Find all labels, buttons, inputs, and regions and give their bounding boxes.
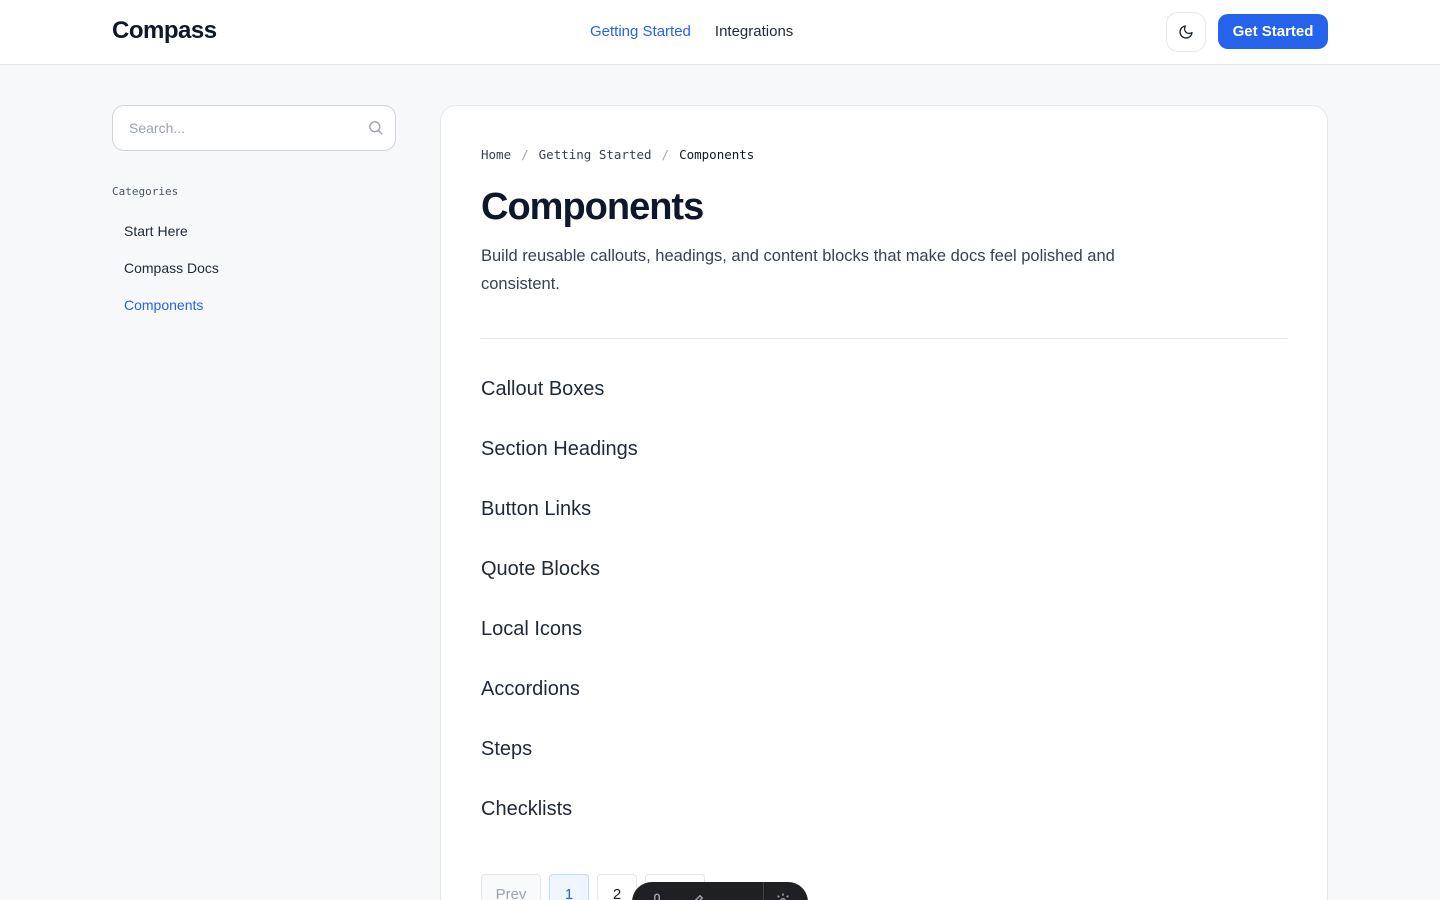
section-link[interactable]: Local Icons [481,618,638,678]
microphone-icon[interactable] [648,892,666,900]
page-title: Components [481,186,704,228]
search-box [112,105,396,151]
breadcrumb-home[interactable]: Home [481,147,511,162]
sidebar-item-compass-docs[interactable]: Compass Docs [124,260,219,297]
theme-toggle-button[interactable] [1166,12,1206,52]
section-list: Callout Boxes Section Headings Button Li… [481,378,638,858]
section-link[interactable]: Checklists [481,798,638,858]
section-link[interactable]: Callout Boxes [481,378,638,438]
search-icon[interactable] [367,119,384,136]
prev-page-button[interactable]: Prev [481,874,541,900]
nav-link-getting-started[interactable]: Getting Started [590,23,691,40]
categories-heading: Categories [112,185,179,198]
page-description: Build reusable callouts, headings, and c… [481,247,1115,293]
get-started-button[interactable]: Get Started [1218,14,1328,49]
breadcrumb-current: Components [679,147,755,162]
page-2-button[interactable]: 2 [597,874,637,900]
section-link[interactable]: Accordions [481,678,638,738]
toolbar-separator [763,882,764,900]
floating-toolbar [632,882,808,900]
pen-icon[interactable] [688,892,706,900]
sidebar-item-components[interactable]: Components [124,297,219,334]
page-1-button[interactable]: 1 [549,874,589,900]
nav-link-integrations[interactable]: Integrations [715,23,793,40]
search-input[interactable] [129,106,359,150]
gear-icon[interactable] [774,892,792,900]
breadcrumb: Home / Getting Started / Components [481,147,754,162]
top-nav-links: Getting Started Integrations [590,23,793,40]
compass-logo[interactable]: Compass [112,17,217,45]
minus-icon[interactable] [728,892,746,900]
divider [481,338,1287,339]
breadcrumb-getting-started[interactable]: Getting Started [539,147,652,162]
sidebar-item-start-here[interactable]: Start Here [124,223,219,260]
category-list: Start Here Compass Docs Components [124,223,219,334]
breadcrumb-separator: / [661,147,670,162]
content-card: Home / Getting Started / Components Comp… [440,105,1328,900]
section-link[interactable]: Section Headings [481,438,638,498]
section-link[interactable]: Button Links [481,498,638,558]
breadcrumb-separator: / [521,147,529,162]
top-navigation-bar: Compass Getting Started Integrations Get… [0,0,1440,65]
section-link[interactable]: Steps [481,738,638,798]
section-link[interactable]: Quote Blocks [481,558,638,618]
moon-icon [1179,25,1193,39]
